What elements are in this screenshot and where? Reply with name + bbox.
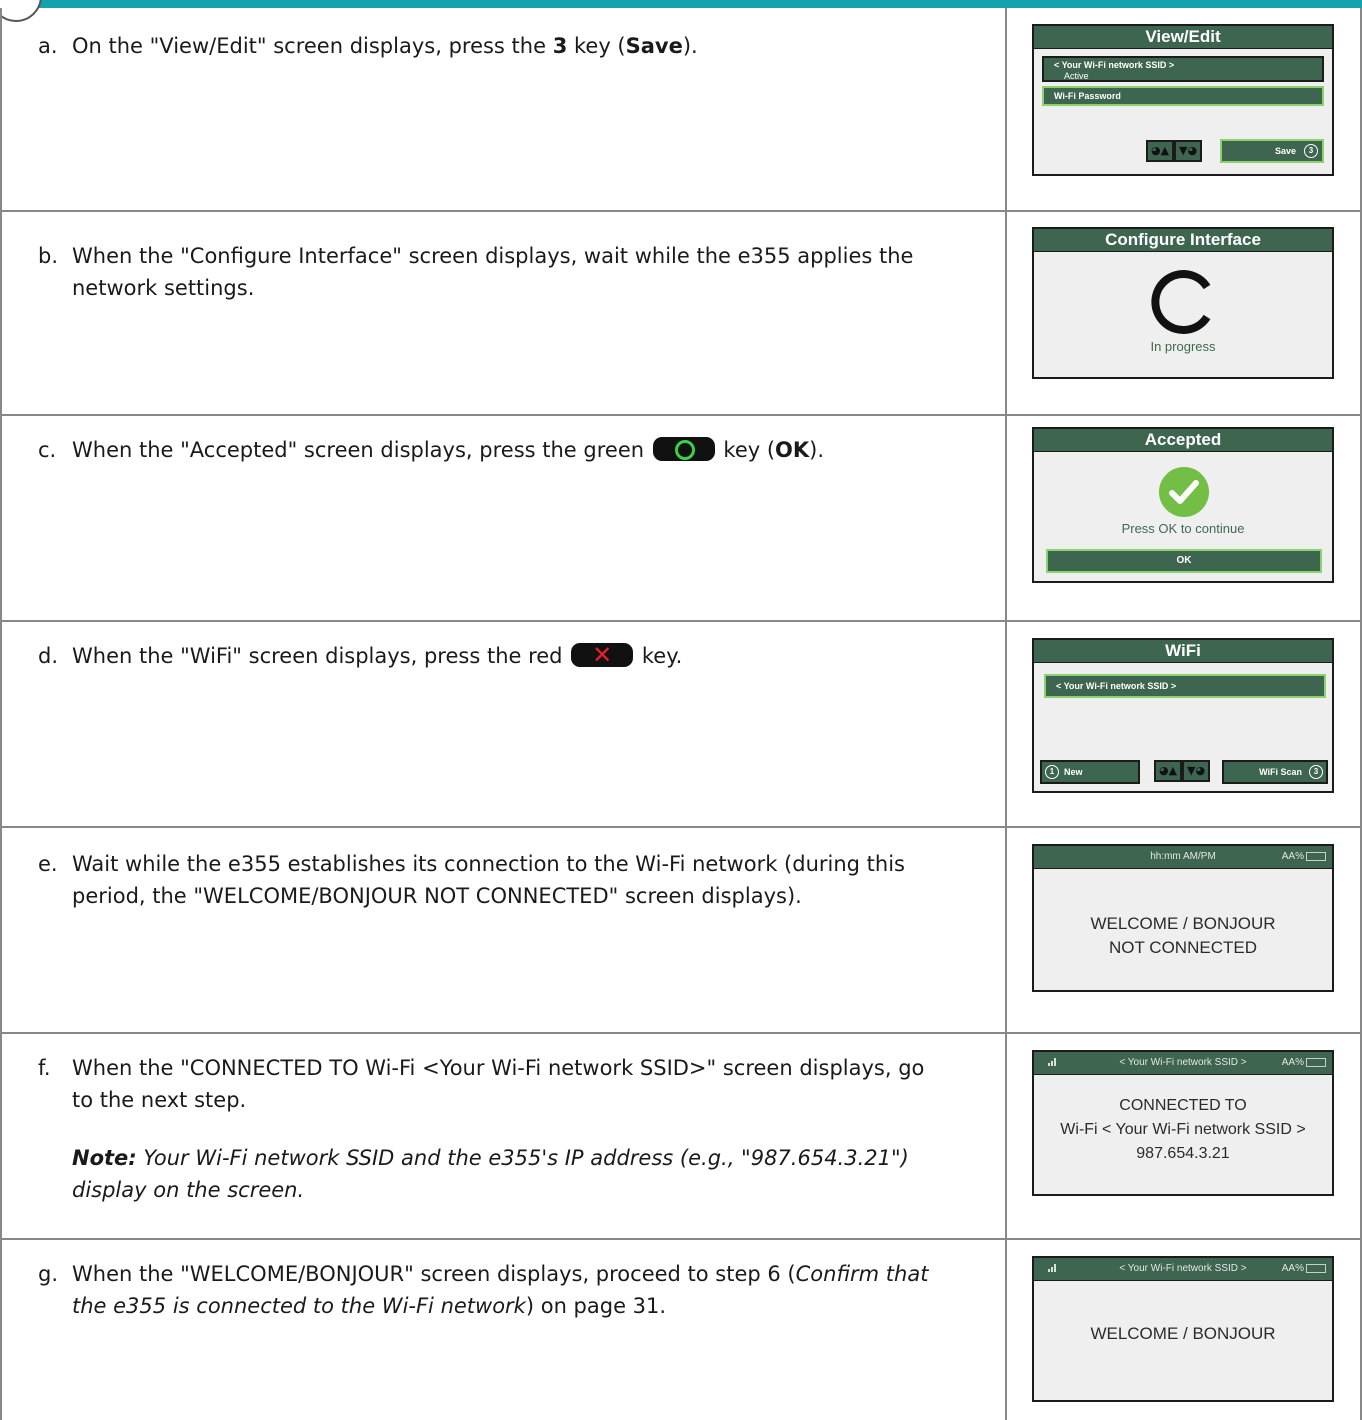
step-text: When the "WiFi" screen displays, press t… [72, 641, 683, 669]
signal-icon [1048, 1058, 1056, 1066]
network-name: < Your Wi-Fi network SSID > [1119, 1057, 1247, 1068]
top-banner [0, 0, 1362, 8]
battery-icon [1306, 1057, 1326, 1067]
key-label: Save [625, 34, 683, 58]
step-letter: f. [38, 1056, 51, 1080]
step-text: On the "View/Edit" screen displays, pres… [72, 34, 698, 58]
step-letter: g. [38, 1262, 59, 1286]
screen-title: View/Edit [1034, 26, 1332, 49]
step-letter: a. [38, 34, 58, 58]
battery-status: AA% [1282, 1052, 1326, 1074]
connected-screen: < Your Wi-Fi network SSID > AA% CONNECTE… [1032, 1050, 1334, 1196]
down-key[interactable]: ▼◕ [1182, 760, 1210, 782]
step-note: Note: Your Wi-Fi network SSID and the e3… [72, 1146, 909, 1202]
nav-keys[interactable]: ◕▲ ▼◕ [1154, 760, 1210, 782]
save-button[interactable]: Save 3 [1220, 139, 1324, 163]
checkmark-icon [1159, 467, 1209, 517]
step-letter: c. [38, 438, 57, 462]
progress-text: In progress [1150, 339, 1216, 354]
key-3-icon: 3 [1304, 144, 1318, 158]
battery-status: AA% [1282, 846, 1326, 868]
step-row-b: b. When the "Configure Interface" screen… [2, 212, 1360, 416]
up-key[interactable]: ◕▲ [1146, 140, 1174, 162]
new-button[interactable]: 1 New [1040, 760, 1140, 784]
step-row-c: c. When the "Accepted" screen displays, … [2, 416, 1360, 622]
wifi-scan-button[interactable]: WiFi Scan 3 [1222, 760, 1328, 784]
step-row-e: e. Wait while the e355 establishes its c… [2, 828, 1360, 1034]
screen-title: Configure Interface [1034, 229, 1332, 252]
key-label: OK [775, 438, 810, 462]
step-letter: b. [38, 244, 59, 268]
welcome-screen: < Your Wi-Fi network SSID > AA% WELCOME … [1032, 1256, 1334, 1402]
nav-keys[interactable]: ◕▲ ▼◕ [1146, 140, 1202, 162]
password-item[interactable]: Wi-Fi Password [1042, 86, 1324, 106]
not-connected-screen: hh:mm AM/PM AA% WELCOME / BONJOUR NOT CO… [1032, 844, 1334, 992]
step-row-g: g. When the "WELCOME/BONJOUR" screen dis… [2, 1240, 1360, 1420]
step-text: When the "Configure Interface" screen di… [72, 244, 914, 300]
spinner-icon [1151, 270, 1211, 334]
step-text: Wait while the e355 establishes its conn… [72, 852, 905, 908]
welcome-text: WELCOME / BONJOUR NOT CONNECTED [1090, 914, 1276, 957]
ssid-item[interactable]: < Your Wi-Fi network SSID > Active [1042, 56, 1324, 82]
step-text: When the "WELCOME/BONJOUR" screen displa… [72, 1262, 929, 1318]
configure-screen: Configure Interface In progress [1032, 227, 1334, 379]
step-letter: e. [38, 852, 58, 876]
connected-text: CONNECTED TO Wi-Fi < Your Wi-Fi network … [1060, 1097, 1306, 1162]
screen-title: WiFi [1034, 640, 1332, 663]
step-letter: d. [38, 644, 59, 668]
status-bar: < Your Wi-Fi network SSID > AA% [1034, 1052, 1332, 1075]
step-row-f: f. When the "CONNECTED TO Wi-Fi <Your Wi… [2, 1034, 1360, 1240]
accepted-screen: Accepted Press OK to continue OK [1032, 427, 1334, 583]
step-text: When the "Accepted" screen displays, pre… [72, 437, 825, 462]
ssid-item[interactable]: < Your Wi-Fi network SSID > [1044, 674, 1326, 698]
battery-icon [1306, 851, 1326, 861]
green-ok-key-icon [652, 437, 715, 461]
key-number: 3 [552, 34, 568, 58]
status-bar: hh:mm AM/PM AA% [1034, 846, 1332, 869]
ok-button[interactable]: OK [1046, 549, 1322, 573]
welcome-text: WELCOME / BONJOUR [1090, 1324, 1276, 1343]
network-name: < Your Wi-Fi network SSID > [1119, 1263, 1247, 1274]
down-key[interactable]: ▼◕ [1174, 140, 1202, 162]
wifi-screen: WiFi < Your Wi-Fi network SSID > 1 New ◕… [1032, 638, 1334, 793]
screen-title: Accepted [1034, 429, 1332, 452]
instruction-table: a. On the "View/Edit" screen displays, p… [0, 8, 1362, 1420]
red-cancel-key-icon: ✕ [571, 641, 634, 669]
step-row-d: d. When the "WiFi" screen displays, pres… [2, 622, 1360, 828]
step-row-a: a. On the "View/Edit" screen displays, p… [2, 8, 1360, 212]
time-text: hh:mm AM/PM [1150, 851, 1216, 862]
key-3-icon: 3 [1309, 765, 1323, 779]
step-text: When the "CONNECTED TO Wi-Fi <Your Wi-Fi… [72, 1056, 925, 1112]
message-text: Press OK to continue [1121, 521, 1245, 536]
status-bar: < Your Wi-Fi network SSID > AA% [1034, 1258, 1332, 1281]
view-edit-screen: View/Edit < Your Wi-Fi network SSID > Ac… [1032, 24, 1334, 176]
signal-icon [1048, 1264, 1056, 1272]
battery-status: AA% [1282, 1258, 1326, 1280]
battery-icon [1306, 1263, 1326, 1273]
up-key[interactable]: ◕▲ [1154, 760, 1182, 782]
key-1-icon: 1 [1045, 765, 1059, 779]
